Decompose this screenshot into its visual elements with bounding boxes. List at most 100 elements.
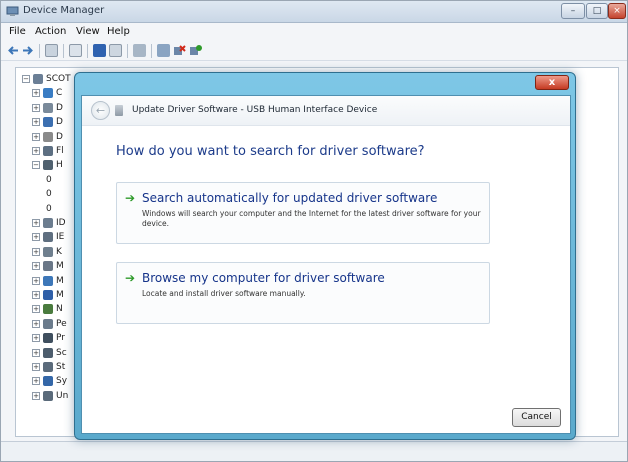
option-title: Browse my computer for driver software [142, 271, 385, 285]
tree-item-label: C [56, 88, 63, 99]
dialog-title: Update Driver Software - USB Human Inter… [132, 105, 378, 115]
properties-icon[interactable] [45, 44, 58, 57]
sound-icon [43, 347, 53, 358]
tree-expander[interactable]: + [32, 348, 40, 357]
window-title: Device Manager [23, 5, 105, 16]
tree-item-label: M [56, 261, 64, 272]
tree-expander[interactable]: + [32, 305, 40, 314]
computer-icon [33, 74, 43, 84]
menu-action[interactable]: Action [35, 26, 66, 37]
tree-item-label: M [56, 275, 64, 286]
tree-item-label: IE [56, 232, 65, 243]
search-automatically-option[interactable]: ➔ Search automatically for updated drive… [116, 182, 490, 244]
maximize-button[interactable]: □ [586, 3, 608, 19]
tree-item-label: ID [56, 218, 66, 228]
tree-item-label: 0 [46, 203, 52, 214]
dialog-close-button[interactable]: x [535, 75, 569, 90]
green-arrow-icon: ➔ [125, 271, 136, 285]
tree-expander[interactable]: + [32, 89, 40, 98]
back-button[interactable]: ← [91, 101, 110, 120]
ide-icon [43, 218, 53, 228]
minimize-button[interactable]: – [561, 3, 585, 19]
hid-icon [43, 160, 53, 171]
tree-expander[interactable]: + [32, 147, 40, 155]
menu-file[interactable]: File [9, 26, 26, 37]
toolbar-separator [87, 44, 88, 58]
update-driver-icon[interactable] [157, 44, 170, 57]
tree-item-label: Pr [56, 333, 65, 344]
toolbar-separator [151, 44, 152, 58]
usb-icon [43, 390, 53, 401]
tree-item-label: Fl [56, 146, 64, 156]
view-icon[interactable] [69, 44, 82, 57]
tree-expander[interactable]: + [32, 319, 40, 328]
network-icon [43, 304, 53, 315]
menu-view[interactable]: View [76, 26, 100, 37]
status-bar [1, 441, 627, 461]
ieee-icon [43, 232, 53, 243]
tree-item-label: H [56, 160, 63, 171]
close-button[interactable]: × [608, 3, 626, 19]
tree-expander[interactable]: − [22, 75, 30, 83]
green-arrow-icon: ➔ [125, 191, 136, 205]
toolbar-separator [127, 44, 128, 58]
tree-item-label: 0 [46, 189, 52, 200]
disk-icon [43, 102, 53, 113]
dialog-heading: How do you want to search for driver sof… [116, 144, 425, 159]
option-description: Windows will search your computer and th… [142, 209, 481, 228]
list-view-icon[interactable] [109, 44, 122, 57]
toolbar-separator [39, 44, 40, 58]
tree-expander[interactable]: + [32, 363, 40, 371]
update-driver-dialog: x ← Update Driver Software - USB Human I… [74, 72, 576, 440]
dialog-header: ← Update Driver Software - USB Human Int… [82, 96, 570, 126]
display-icon [43, 117, 53, 128]
tree-expander[interactable]: + [32, 377, 40, 386]
disable-device-icon[interactable] [189, 44, 202, 57]
tree-expander[interactable]: + [32, 276, 40, 285]
dialog-body: ← Update Driver Software - USB Human Int… [81, 95, 571, 434]
storage-icon [43, 362, 53, 372]
usb-device-icon [115, 105, 123, 116]
battery-icon [43, 88, 53, 99]
menu-bar: File Action View Help [1, 24, 627, 40]
menu-help[interactable]: Help [107, 26, 130, 37]
tree-expander[interactable]: + [32, 118, 40, 127]
cancel-button[interactable]: Cancel [512, 408, 561, 427]
tree-expander[interactable]: + [32, 132, 40, 141]
tree-item-label: St [56, 362, 66, 372]
monitor-icon [43, 290, 53, 300]
back-arrow-icon[interactable] [7, 44, 20, 57]
tree-expander[interactable]: + [32, 247, 40, 256]
tree-expander[interactable]: − [32, 161, 40, 170]
forward-arrow-icon[interactable] [21, 44, 34, 57]
tree-item-label: Sc [56, 347, 67, 358]
tree-item-label: 0 [46, 174, 52, 185]
toolbar [1, 41, 627, 61]
device-manager-icon [6, 6, 19, 16]
tree-item-label: D [56, 117, 63, 128]
tree-item-label: M [56, 290, 64, 300]
browse-computer-option[interactable]: ➔ Browse my computer for driver software… [116, 262, 490, 324]
pcmcia-icon [43, 318, 53, 329]
scan-hardware-icon[interactable] [133, 44, 146, 57]
tree-expander[interactable]: + [32, 262, 40, 271]
uninstall-icon[interactable] [173, 44, 186, 57]
tree-expander[interactable]: + [32, 291, 40, 299]
tree-item-label: D [56, 131, 63, 142]
tree-expander[interactable]: + [32, 103, 40, 112]
back-arrow-icon: ← [95, 104, 106, 117]
help-icon[interactable] [93, 44, 106, 57]
processor-icon [43, 333, 53, 344]
option-title: Search automatically for updated driver … [142, 191, 438, 205]
option-description: Locate and install driver software manua… [142, 289, 306, 298]
tree-expander[interactable]: + [32, 233, 40, 242]
floppy-icon [43, 146, 53, 156]
window-titlebar[interactable]: Device Manager – □ × [1, 1, 627, 23]
tree-expander[interactable]: + [32, 219, 40, 227]
system-icon [43, 376, 53, 387]
tree-expander[interactable]: + [32, 391, 40, 400]
dvd-icon [43, 131, 53, 142]
tree-item-label: Pe [56, 318, 67, 329]
tree-item-label: D [56, 102, 63, 113]
tree-expander[interactable]: + [32, 334, 40, 343]
